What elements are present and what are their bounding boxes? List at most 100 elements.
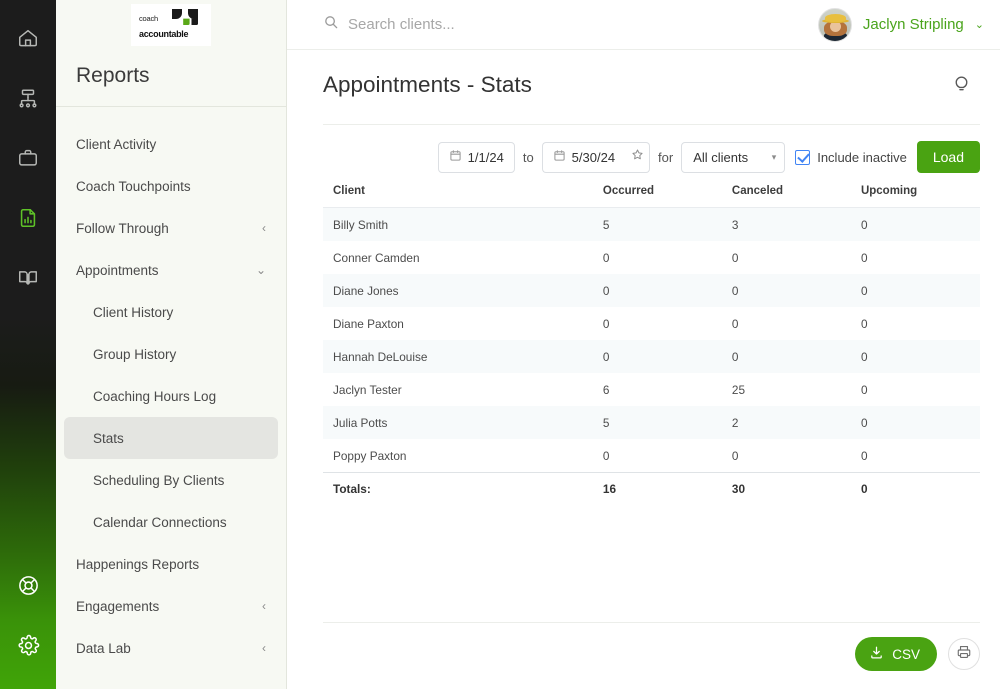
table-row[interactable]: Julia Potts 5 2 0	[323, 406, 980, 439]
client-filter-select[interactable]: All clients ▾	[681, 141, 786, 173]
sidebar-item-client-history[interactable]: Client History	[64, 291, 278, 333]
app-root: coach accountable Reports Client Activit…	[0, 0, 1000, 689]
cell-upcoming: 0	[860, 415, 868, 430]
rail-item-home[interactable]	[0, 8, 56, 68]
download-icon	[869, 645, 884, 663]
sidebar-item-client-activity[interactable]: Client Activity	[64, 123, 278, 165]
sidebar-item-label: Client History	[93, 304, 174, 320]
rail-item-business[interactable]	[0, 128, 56, 188]
table-header-row: Client Occurred Canceled Upcoming	[323, 185, 980, 208]
table-row[interactable]: Conner Camden 0 0 0	[323, 241, 980, 274]
coachaccountable-logo[interactable]: coach accountable	[131, 4, 211, 46]
cell-client: Billy Smith	[333, 217, 389, 232]
sidebar-item-follow-through[interactable]: Follow Through ‹	[64, 207, 278, 249]
chevron-left-icon: ‹	[262, 221, 266, 235]
sidebar-item-label: Coaching Hours Log	[93, 388, 217, 404]
sidebar-item-label: Follow Through	[76, 220, 169, 236]
table-row[interactable]: Billy Smith 5 3 0	[323, 207, 980, 241]
client-filter-value: All clients	[693, 149, 749, 165]
table-row[interactable]: Poppy Paxton 0 0 0	[323, 439, 980, 473]
search-input[interactable]: Search clients...	[323, 14, 818, 35]
cell-client: Diane Paxton	[333, 316, 404, 331]
cell-occurred: 0	[602, 316, 610, 331]
column-header-upcoming[interactable]: Upcoming	[850, 185, 980, 208]
sidebar-item-label: Calendar Connections	[93, 514, 227, 530]
rail-item-settings[interactable]	[0, 615, 56, 675]
include-inactive-checkbox[interactable]: Include inactive	[795, 149, 907, 165]
print-button[interactable]	[948, 638, 980, 670]
cell-occurred: 0	[602, 283, 610, 298]
content-area: 1/1/24 to 5/30/24 for All clients ▾ Incl…	[287, 98, 1000, 689]
lightbulb-icon	[951, 76, 972, 97]
search-placeholder-text: Search clients...	[348, 16, 455, 33]
sidebar-item-coaching-hours-log[interactable]: Coaching Hours Log	[64, 375, 278, 417]
table-row[interactable]: Hannah DeLouise 0 0 0	[323, 340, 980, 373]
main-content: Search clients... Jaclyn Stripling ⌄ App…	[287, 0, 1000, 689]
sidebar-item-engagements[interactable]: Engagements ‹	[64, 585, 278, 627]
home-icon	[17, 27, 39, 49]
sidebar-item-data-lab[interactable]: Data Lab ‹	[64, 627, 278, 669]
report-chart-icon	[17, 207, 39, 229]
favorite-range-button[interactable]	[625, 141, 651, 173]
gear-icon	[17, 634, 40, 657]
sidebar-item-scheduling-by-clients[interactable]: Scheduling By Clients	[64, 459, 278, 501]
table-row[interactable]: Diane Jones 0 0 0	[323, 274, 980, 307]
cell-canceled: 0	[731, 448, 739, 463]
cell-client: Julia Potts	[333, 415, 388, 430]
date-to-input[interactable]: 5/30/24	[541, 141, 626, 173]
cell-canceled: 0	[731, 250, 739, 265]
cell-canceled: 2	[731, 415, 739, 430]
stats-table: Client Occurred Canceled Upcoming Billy …	[323, 185, 980, 506]
sidebar-item-calendar-connections[interactable]: Calendar Connections	[64, 501, 278, 543]
column-header-occurred[interactable]: Occurred	[592, 185, 722, 208]
column-header-client[interactable]: Client	[323, 185, 593, 208]
cell-canceled: 25	[731, 382, 746, 397]
sidebar-item-group-history[interactable]: Group History	[64, 333, 278, 375]
cell-client: Poppy Paxton	[333, 448, 407, 463]
cell-upcoming: 0	[860, 217, 868, 232]
cell-canceled: 3	[731, 217, 739, 232]
sidebar-item-label: Engagements	[76, 598, 160, 614]
sidebar-item-stats[interactable]: Stats	[64, 417, 278, 459]
column-header-canceled[interactable]: Canceled	[721, 185, 851, 208]
date-from-input[interactable]: 1/1/24	[437, 141, 515, 173]
sidebar-item-label: Stats	[93, 430, 124, 446]
rail-item-organization[interactable]	[0, 68, 56, 128]
csv-export-button[interactable]: CSV	[855, 637, 937, 671]
cell-client: Hannah DeLouise	[333, 349, 428, 364]
sidebar-item-happenings-reports[interactable]: Happenings Reports	[64, 543, 278, 585]
table-row[interactable]: Jaclyn Tester 6 25 0	[323, 373, 980, 406]
include-inactive-label: Include inactive	[817, 149, 907, 165]
cell-upcoming: 0	[860, 283, 868, 298]
cell-upcoming: 0	[860, 448, 868, 463]
sidebar-item-label: Data Lab	[76, 640, 131, 656]
rail-item-help[interactable]	[0, 555, 56, 615]
search-icon	[323, 14, 339, 35]
chevron-left-icon: ‹	[262, 599, 266, 613]
sidebar-item-appointments[interactable]: Appointments ⌄	[64, 249, 278, 291]
briefcase-icon	[17, 147, 39, 169]
rail-item-reports[interactable]	[0, 188, 56, 248]
rail-item-library[interactable]	[0, 248, 56, 308]
filter-toolbar: 1/1/24 to 5/30/24 for All clients ▾ Incl…	[323, 125, 980, 185]
chevron-down-icon: ⌄	[974, 19, 984, 31]
load-button[interactable]: Load	[916, 141, 980, 173]
life-ring-icon	[17, 574, 40, 597]
sidebar-title: Reports	[76, 64, 150, 87]
table-body: Billy Smith 5 3 0 Conner Camden 0 0 0 Di…	[323, 207, 980, 506]
cell-canceled: 0	[731, 349, 739, 364]
sidebar-item-coach-touchpoints[interactable]: Coach Touchpoints	[64, 165, 278, 207]
table-head: Client Occurred Canceled Upcoming	[323, 185, 980, 208]
user-menu[interactable]: Jaclyn Stripling ⌄	[817, 7, 984, 42]
table-row[interactable]: Diane Paxton 0 0 0	[323, 307, 980, 340]
sidebar-item-label: Group History	[93, 346, 177, 362]
checkbox-box[interactable]	[795, 149, 811, 165]
cell-totals-label: Totals:	[323, 472, 593, 506]
table-totals-row: Totals: 16 30 0	[323, 472, 980, 506]
cell-client: Diane Jones	[333, 283, 399, 298]
logo-container[interactable]: coach accountable	[56, 0, 286, 50]
tips-button[interactable]	[951, 72, 972, 98]
logo-line1: coach	[139, 14, 159, 23]
chevron-down-icon: ▾	[771, 151, 777, 162]
cell-occurred: 5	[602, 415, 610, 430]
